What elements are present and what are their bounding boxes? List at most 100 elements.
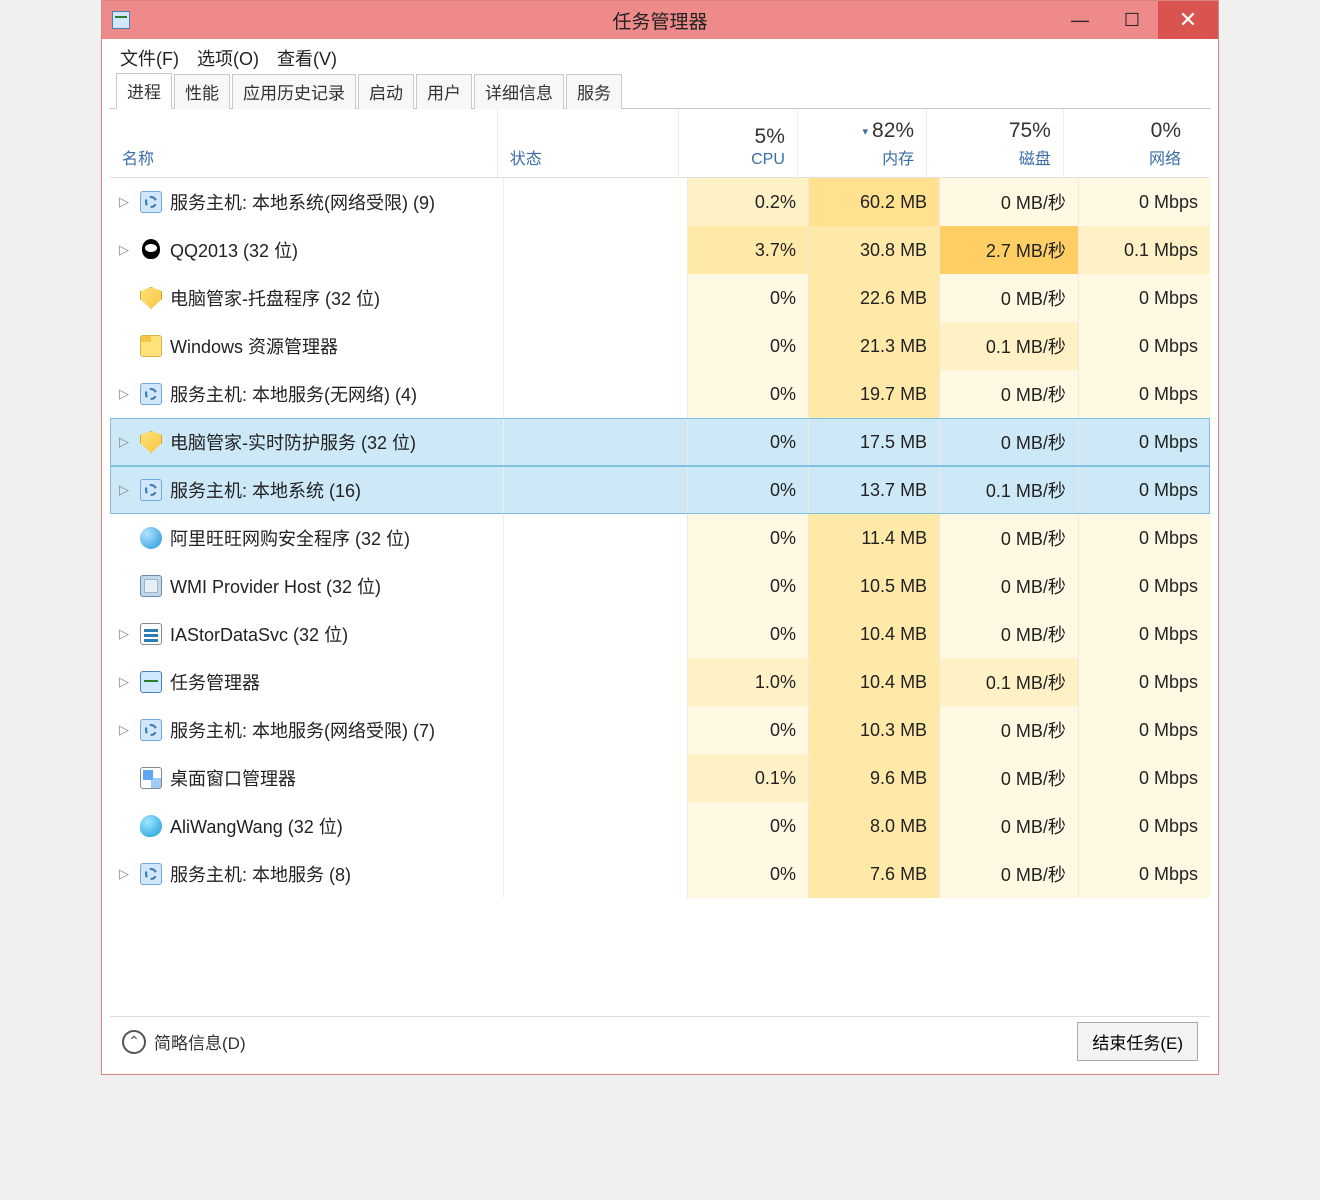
expander-icon[interactable]: ▷ xyxy=(116,482,132,498)
maximize-button[interactable]: ☐ xyxy=(1106,1,1158,39)
table-body[interactable]: ▷服务主机: 本地系统(网络受限) (9)0.2%60.2 MB0 MB/秒0 … xyxy=(110,178,1210,1016)
sort-indicator-icon: ▾ xyxy=(863,126,869,138)
table-row[interactable]: Windows 资源管理器0%21.3 MB0.1 MB/秒0 Mbps xyxy=(110,322,1210,370)
table-row[interactable]: ▷服务主机: 本地服务(网络受限) (7)0%10.3 MB0 MB/秒0 Mb… xyxy=(110,706,1210,754)
cpu-cell: 0% xyxy=(688,802,809,850)
status-cell xyxy=(504,610,688,658)
status-cell xyxy=(504,754,688,802)
tab-4[interactable]: 用户 xyxy=(416,74,472,109)
table-row[interactable]: WMI Provider Host (32 位)0%10.5 MB0 MB/秒0… xyxy=(110,562,1210,610)
col-net-header[interactable]: 0% 网络 xyxy=(1064,109,1193,177)
mem-cell: 10.5 MB xyxy=(809,562,940,610)
disk-cell: 0 MB/秒 xyxy=(940,274,1079,322)
net-cell: 0 Mbps xyxy=(1079,178,1210,226)
process-name: 阿里旺旺网购安全程序 (32 位) xyxy=(170,525,410,551)
col-mem-header[interactable]: ▾82% 内存 xyxy=(798,109,927,177)
minimize-button[interactable]: — xyxy=(1054,1,1106,39)
tab-5[interactable]: 详细信息 xyxy=(474,74,564,109)
table-row[interactable]: ▷服务主机: 本地服务 (8)0%7.6 MB0 MB/秒0 Mbps xyxy=(110,850,1210,898)
table-header: 名称 状态 5% CPU ▾82% 内存 75% 磁盘 0% xyxy=(110,109,1210,178)
expander-icon[interactable]: ▷ xyxy=(116,434,132,450)
window-title: 任务管理器 xyxy=(102,7,1218,34)
mem-cell: 60.2 MB xyxy=(809,178,940,226)
net-cell: 0 Mbps xyxy=(1079,274,1210,322)
status-cell xyxy=(504,322,688,370)
process-name: 电脑管家-托盘程序 (32 位) xyxy=(170,285,380,311)
process-icon xyxy=(140,623,162,645)
col-cpu-header[interactable]: 5% CPU xyxy=(679,109,798,177)
expander-icon[interactable]: ▷ xyxy=(116,194,132,210)
process-icon xyxy=(140,191,162,213)
mem-cell: 8.0 MB xyxy=(809,802,940,850)
disk-label: 磁盘 xyxy=(1019,145,1051,169)
disk-cell: 0 MB/秒 xyxy=(940,802,1079,850)
process-icon xyxy=(140,527,162,549)
task-manager-window: 任务管理器 — ☐ ✕ 文件(F) 选项(O) 查看(V) 进程性能应用历史记录… xyxy=(101,0,1219,1075)
mem-cell: 10.3 MB xyxy=(809,706,940,754)
table-row[interactable]: 桌面窗口管理器0.1%9.6 MB0 MB/秒0 Mbps xyxy=(110,754,1210,802)
col-disk-header[interactable]: 75% 磁盘 xyxy=(927,109,1064,177)
table-row[interactable]: ▷QQ2013 (32 位)3.7%30.8 MB2.7 MB/秒0.1 Mbp… xyxy=(110,226,1210,274)
net-cell: 0 Mbps xyxy=(1079,706,1210,754)
disk-cell: 0 MB/秒 xyxy=(940,850,1079,898)
process-icon xyxy=(140,815,162,837)
mem-cell: 17.5 MB xyxy=(809,418,940,466)
process-icon xyxy=(140,383,162,405)
table-row[interactable]: ▷服务主机: 本地系统 (16)0%13.7 MB0.1 MB/秒0 Mbps xyxy=(110,466,1210,514)
tabstrip: 进程性能应用历史记录启动用户详细信息服务 xyxy=(110,75,1210,109)
table-row[interactable]: ▷IAStorDataSvc (32 位)0%10.4 MB0 MB/秒0 Mb… xyxy=(110,610,1210,658)
net-cell: 0.1 Mbps xyxy=(1079,226,1210,274)
tab-2[interactable]: 应用历史记录 xyxy=(232,74,356,109)
tab-0[interactable]: 进程 xyxy=(116,73,172,109)
cpu-cell: 0% xyxy=(688,514,809,562)
end-task-button[interactable]: 结束任务(E) xyxy=(1077,1022,1198,1061)
col-status-label[interactable]: 状态 xyxy=(510,145,542,169)
fewer-details-label: 简略信息(D) xyxy=(154,1029,246,1054)
close-button[interactable]: ✕ xyxy=(1158,1,1218,39)
table-row[interactable]: ▷服务主机: 本地系统(网络受限) (9)0.2%60.2 MB0 MB/秒0 … xyxy=(110,178,1210,226)
table-row[interactable]: ▷服务主机: 本地服务(无网络) (4)0%19.7 MB0 MB/秒0 Mbp… xyxy=(110,370,1210,418)
status-cell xyxy=(504,850,688,898)
menu-view[interactable]: 查看(V) xyxy=(277,45,337,71)
status-cell xyxy=(504,514,688,562)
tab-1[interactable]: 性能 xyxy=(174,74,230,109)
disk-cell: 0 MB/秒 xyxy=(940,514,1079,562)
process-name: 电脑管家-实时防护服务 (32 位) xyxy=(170,429,416,455)
tab-3[interactable]: 启动 xyxy=(358,74,414,109)
content-area: 文件(F) 选项(O) 查看(V) 进程性能应用历史记录启动用户详细信息服务 名… xyxy=(110,39,1210,1066)
disk-cell: 0 MB/秒 xyxy=(940,706,1079,754)
cpu-cell: 0% xyxy=(688,466,809,514)
table-row[interactable]: 阿里旺旺网购安全程序 (32 位)0%11.4 MB0 MB/秒0 Mbps xyxy=(110,514,1210,562)
footer: ⌃ 简略信息(D) 结束任务(E) xyxy=(110,1016,1210,1066)
menu-file[interactable]: 文件(F) xyxy=(120,45,179,71)
expander-icon[interactable]: ▷ xyxy=(116,866,132,882)
table-row[interactable]: 电脑管家-托盘程序 (32 位)0%22.6 MB0 MB/秒0 Mbps xyxy=(110,274,1210,322)
net-cell: 0 Mbps xyxy=(1079,370,1210,418)
status-cell xyxy=(504,466,688,514)
expander-icon[interactable]: ▷ xyxy=(116,674,132,690)
process-name: 任务管理器 xyxy=(170,669,260,695)
cpu-cell: 0% xyxy=(688,370,809,418)
col-name-label[interactable]: 名称 xyxy=(122,145,154,169)
menu-options[interactable]: 选项(O) xyxy=(197,45,259,71)
table-row[interactable]: AliWangWang (32 位)0%8.0 MB0 MB/秒0 Mbps xyxy=(110,802,1210,850)
mem-cell: 19.7 MB xyxy=(809,370,940,418)
expander-icon[interactable]: ▷ xyxy=(116,722,132,738)
mem-cell: 10.4 MB xyxy=(809,658,940,706)
fewer-details-button[interactable]: ⌃ 简略信息(D) xyxy=(122,1029,246,1054)
tab-6[interactable]: 服务 xyxy=(566,74,622,109)
net-cell: 0 Mbps xyxy=(1079,418,1210,466)
process-name: QQ2013 (32 位) xyxy=(170,237,298,263)
titlebar[interactable]: 任务管理器 — ☐ ✕ xyxy=(102,1,1218,39)
process-name: 服务主机: 本地服务(网络受限) (7) xyxy=(170,717,435,743)
window-controls: — ☐ ✕ xyxy=(1054,1,1218,39)
status-cell xyxy=(504,226,688,274)
status-cell xyxy=(504,418,688,466)
table-row[interactable]: ▷电脑管家-实时防护服务 (32 位)0%17.5 MB0 MB/秒0 Mbps xyxy=(110,418,1210,466)
table-row[interactable]: ▷任务管理器1.0%10.4 MB0.1 MB/秒0 Mbps xyxy=(110,658,1210,706)
expander-icon[interactable]: ▷ xyxy=(116,626,132,642)
expander-icon[interactable]: ▷ xyxy=(116,242,132,258)
cpu-total: 5% xyxy=(755,125,785,149)
expander-icon[interactable]: ▷ xyxy=(116,386,132,402)
process-name: 服务主机: 本地服务 (8) xyxy=(170,861,351,887)
